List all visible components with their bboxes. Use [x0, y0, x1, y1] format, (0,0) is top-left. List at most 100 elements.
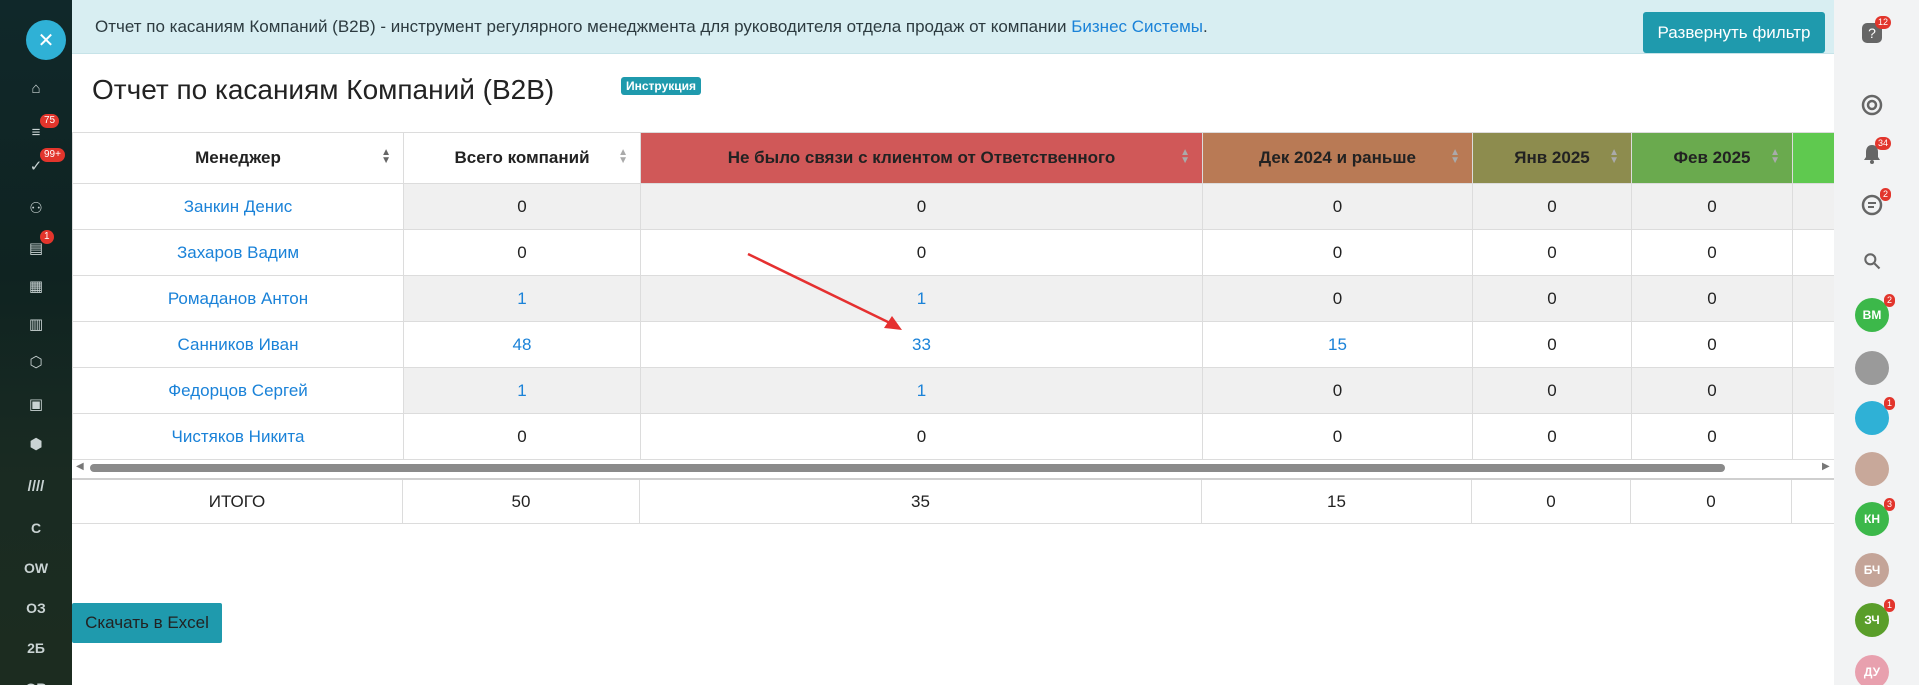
banner-link[interactable]: Бизнес Системы [1071, 17, 1203, 36]
banner-text-main: Отчет по касаниям Компаний (B2B) - инстр… [95, 17, 1072, 36]
sort-icon[interactable]: ▲ ▼ [381, 148, 391, 166]
avatar-initials: ДУ [1863, 665, 1881, 679]
count-cell: 0 [1202, 413, 1473, 460]
settings-icon[interactable]: ⬡ [24, 350, 48, 374]
report-table: Менеджер ▲ ▼ Всего компаний ▲ ▼ Не было связи … [72, 132, 1834, 460]
close-icon[interactable]: ✕ [26, 20, 66, 60]
crm-icon[interactable]: ⚇ [24, 196, 48, 220]
sort-icon[interactable]: ▲ ▼ [1180, 148, 1190, 166]
count-cell: 0 [1631, 367, 1793, 414]
docs-icon[interactable]: ▥ [24, 312, 48, 336]
sidebar-text-item[interactable]: OR [20, 676, 52, 685]
help-icon[interactable]: ? 12 [1859, 16, 1891, 46]
sort-icon[interactable]: ▲ ▼ [1450, 148, 1460, 166]
feed-icon[interactable]: ▤ 1 [24, 230, 54, 260]
count-link[interactable]: 15 [1202, 321, 1473, 368]
sidebar-text-item[interactable]: OW [20, 556, 52, 580]
right-sidebar: ? 12 34 2 ВМ 2 1 КН 3 БЧ ЗЧ 1 ДУ [1834, 0, 1919, 685]
count-cell: 0 [1202, 275, 1473, 322]
scroll-thumb[interactable] [90, 464, 1725, 472]
avatar[interactable]: БЧ [1855, 553, 1889, 587]
scroll-left-icon[interactable]: ◀ [76, 461, 84, 472]
sidebar-text-item[interactable]: ОЗ [20, 596, 52, 620]
download-excel-button[interactable]: Скачать в Excel [72, 603, 222, 643]
tasks-icon[interactable]: ✓ 99+ [24, 148, 65, 178]
report-table-wrap: Менеджер ▲ ▼ Всего компаний ▲ ▼ Не было связи … [72, 132, 1834, 477]
manager-name[interactable]: Чистяков Никита [72, 413, 404, 460]
chat-badge: 2 [1879, 188, 1891, 201]
count-link[interactable]: 48 [403, 321, 641, 368]
avatar[interactable]: ДУ [1855, 655, 1889, 685]
instruction-badge[interactable]: Инструкция [621, 77, 702, 95]
avatar-initials: БЧ [1863, 563, 1881, 577]
filter-icon[interactable]: ≡ 75 [24, 114, 60, 144]
search-icon[interactable] [1859, 248, 1885, 274]
sort-icon[interactable]: ▲ ▼ [1770, 148, 1780, 166]
presentation-icon[interactable]: ▣ [24, 392, 48, 416]
avatar-badge: 2 [1883, 294, 1895, 307]
avatar[interactable] [1855, 351, 1889, 385]
bell-icon[interactable]: 34 [1859, 137, 1891, 167]
left-sidebar: ✕ ⌂ ≡75 ✓99+ ⚇ ▤1 ▦ ▥ ⬡ ▣ ⬢ //// С OW ОЗ 2Б OR [0, 0, 72, 685]
count-cell: 0 [1472, 229, 1632, 276]
count-cell: 0 [1472, 321, 1632, 368]
sort-icon[interactable]: ▲ ▼ [1609, 148, 1619, 166]
count-cell [1792, 275, 1834, 322]
scroll-right-icon[interactable]: ▶ [1822, 461, 1830, 472]
count-cell [1792, 321, 1834, 368]
avatar[interactable]: КН 3 [1855, 498, 1895, 536]
totals-feb: 0 [1631, 480, 1792, 524]
column-header[interactable]: Фев 2025 ▲ ▼ [1631, 132, 1793, 184]
count-link[interactable]: 33 [640, 321, 1203, 368]
count-cell: 0 [1472, 367, 1632, 414]
sidebar-badge: 1 [40, 230, 54, 244]
sidebar-badge: 99+ [40, 148, 65, 162]
column-header[interactable]: Не было связи с клиентом от Ответственно… [640, 132, 1203, 184]
horizontal-scrollbar[interactable]: ◀ ▶ [72, 460, 1834, 475]
manager-name[interactable]: Занкин Денис [72, 183, 404, 230]
count-cell [1792, 413, 1834, 460]
count-link[interactable]: 1 [640, 367, 1203, 414]
avatar[interactable]: ВМ 2 [1855, 294, 1895, 332]
column-header[interactable]: Янв 2025 ▲ ▼ [1472, 132, 1632, 184]
avatar-badge: 3 [1883, 498, 1895, 511]
column-header[interactable]: Ма [1792, 132, 1834, 184]
avatar[interactable]: 1 [1855, 397, 1895, 435]
manager-name[interactable]: Захаров Вадим [72, 229, 404, 276]
totals-total: 50 [403, 480, 640, 524]
sidebar-text-item[interactable]: С [20, 516, 52, 540]
table-row: Федорцов Сергей 1 1 0 0 0 [72, 367, 1834, 414]
avatar-initials: ВМ [1862, 308, 1882, 322]
chat-icon[interactable]: 2 [1859, 188, 1891, 218]
table-row: Ромаданов Антон 1 1 0 0 0 [72, 275, 1834, 322]
sort-icon[interactable]: ▲ ▼ [618, 148, 628, 166]
count-cell: 0 [1202, 367, 1473, 414]
page-title: Отчет по касаниям Компаний (B2B) [92, 74, 555, 105]
count-cell: 0 [1202, 183, 1473, 230]
sidebar-text-item[interactable]: 2Б [20, 636, 52, 660]
count-cell [1792, 367, 1834, 414]
totals-dec: 15 [1202, 480, 1472, 524]
activity-icon[interactable] [1859, 92, 1885, 118]
count-link[interactable]: 1 [403, 275, 641, 322]
box-icon[interactable]: ⬢ [24, 432, 48, 456]
column-header[interactable]: Менеджер ▲ ▼ [72, 132, 404, 184]
totals-row: ИТОГО 50 35 15 0 0 [72, 478, 1834, 524]
avatar[interactable] [1855, 452, 1889, 486]
manager-name[interactable]: Федорцов Сергей [72, 367, 404, 414]
home-icon[interactable]: ⌂ [24, 76, 48, 100]
banner-suffix: . [1202, 17, 1208, 36]
avatar[interactable]: ЗЧ 1 [1855, 599, 1895, 637]
count-link[interactable]: 1 [403, 367, 641, 414]
stripes-icon[interactable]: //// [24, 474, 48, 498]
manager-name[interactable]: Санников Иван [72, 321, 404, 368]
column-header[interactable]: Всего компаний ▲ ▼ [403, 132, 641, 184]
calendar-icon[interactable]: ▦ [24, 274, 48, 298]
column-header-label: Всего компаний [454, 148, 590, 167]
expand-filter-button[interactable]: Развернуть фильтр [1643, 12, 1825, 53]
bell-badge: 34 [1874, 137, 1891, 150]
column-header[interactable]: Дек 2024 и раньше ▲ ▼ [1202, 132, 1473, 184]
count-cell: 0 [640, 183, 1203, 230]
count-link[interactable]: 1 [640, 275, 1203, 322]
manager-name[interactable]: Ромаданов Антон [72, 275, 404, 322]
